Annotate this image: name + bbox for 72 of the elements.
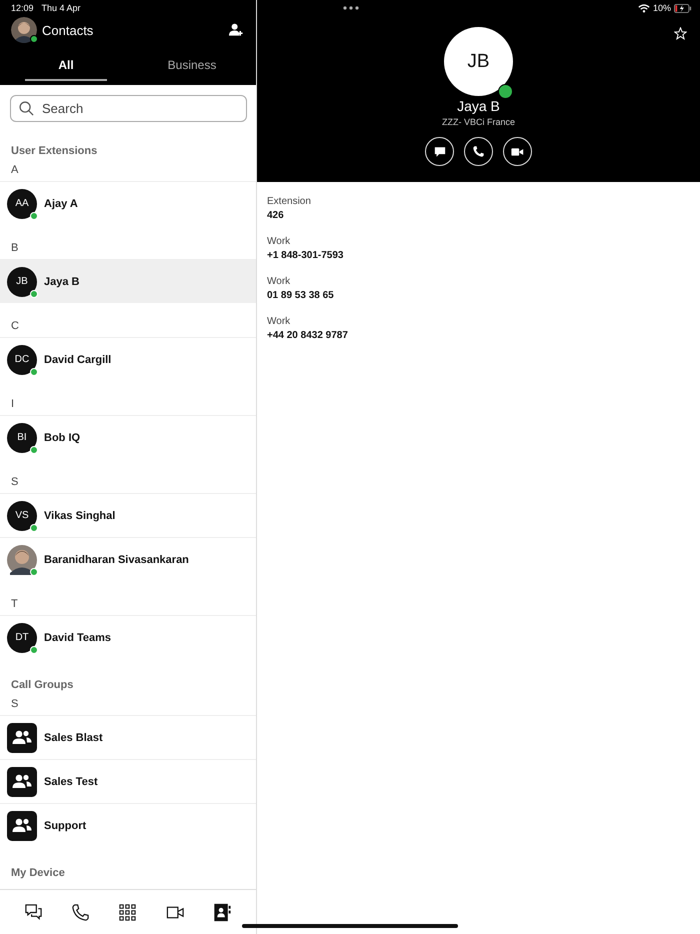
contact-row[interactable]: VS Vikas Singhal [0, 493, 256, 537]
contact-row[interactable]: JB Jaya B [0, 259, 256, 303]
contact-row[interactable]: DC David Cargill [0, 337, 256, 381]
avatar: DT [7, 622, 37, 652]
contact-row[interactable]: AA Ajay A [0, 181, 256, 225]
video-button[interactable] [503, 137, 532, 166]
avatar: JB [444, 27, 513, 96]
keypad-tab-icon[interactable] [118, 902, 138, 922]
company-name: ZZZ- VBCi France [442, 117, 515, 127]
contact-name: Ajay A [44, 198, 78, 210]
contact-row[interactable]: Baranidharan Sivasankaran [0, 537, 256, 581]
avatar: JB [7, 266, 37, 296]
field-value: +1 848-301-7593 [267, 250, 344, 261]
contact-row[interactable]: Sales Blast [0, 715, 256, 759]
contact-name: Sales Test [44, 776, 98, 788]
contact-row[interactable]: Support [0, 803, 256, 847]
phone-icon [472, 145, 485, 158]
group-icon [7, 722, 37, 752]
tab[interactable]: All [25, 52, 107, 81]
chat-icon [434, 146, 446, 158]
contact-row[interactable]: Sales Test [0, 759, 256, 803]
header-title: Contacts [42, 22, 94, 38]
letter-header: S [10, 476, 20, 489]
contact-name: Jaya B [44, 276, 80, 288]
contact-name: Jaya B [457, 98, 500, 114]
letter-header: S [10, 698, 20, 711]
video-camera-icon [511, 146, 524, 156]
battery-level: 10% [652, 3, 671, 13]
wifi-icon [638, 4, 650, 12]
letter-header: B [10, 242, 20, 255]
contact-name: Vikas Singhal [44, 510, 116, 522]
contact-name: David Cargill [44, 354, 112, 366]
contact-row[interactable]: DT David Teams [0, 615, 256, 659]
field-label: Extension [267, 196, 312, 207]
field-value: 01 89 53 38 65 [267, 290, 335, 301]
avatar: AA [7, 188, 37, 218]
field-label: Work [267, 316, 292, 327]
star-icon[interactable] [674, 27, 687, 40]
letter-header: A [10, 164, 20, 177]
add-contact-icon[interactable] [229, 23, 244, 37]
status-date: Thu 4 Apr [42, 3, 81, 15]
section-header: Call Groups [10, 679, 74, 692]
letter-header: T [10, 598, 19, 611]
letter-header: I [10, 398, 16, 411]
phone-button[interactable] [464, 137, 493, 166]
field-label: Work [267, 236, 292, 247]
avatar: VS [7, 500, 37, 530]
letter-header: C [10, 320, 20, 333]
chat-tab-icon[interactable] [24, 902, 44, 922]
tab[interactable]: Business [151, 52, 233, 81]
contact-row[interactable]: BI Bob IQ [0, 415, 256, 459]
contact-name: Sales Blast [44, 732, 103, 744]
avatar: BI [7, 422, 37, 452]
chat-button[interactable] [425, 137, 454, 166]
field-label: Work [267, 276, 292, 287]
contact-name: Baranidharan Sivasankaran [44, 554, 189, 566]
group-icon [7, 766, 37, 796]
search-field[interactable]: Search [10, 95, 247, 122]
contact-name: Support [44, 820, 86, 832]
status-time: 12:09 [11, 3, 34, 15]
contact-name: David Teams [44, 632, 112, 644]
search-icon [19, 101, 34, 116]
field-value: +44 20 8432 9787 [267, 330, 349, 341]
group-icon [7, 810, 37, 840]
phone-tab-icon[interactable] [71, 902, 90, 922]
contacts-tab-icon[interactable] [212, 902, 232, 922]
more-icon[interactable] [343, 6, 359, 10]
field-value: 426 [267, 210, 285, 221]
avatar: DC [7, 344, 37, 374]
section-header: My Device [10, 867, 66, 880]
contact-name: Bob IQ [44, 432, 80, 444]
section-header: User Extensions [10, 145, 98, 158]
